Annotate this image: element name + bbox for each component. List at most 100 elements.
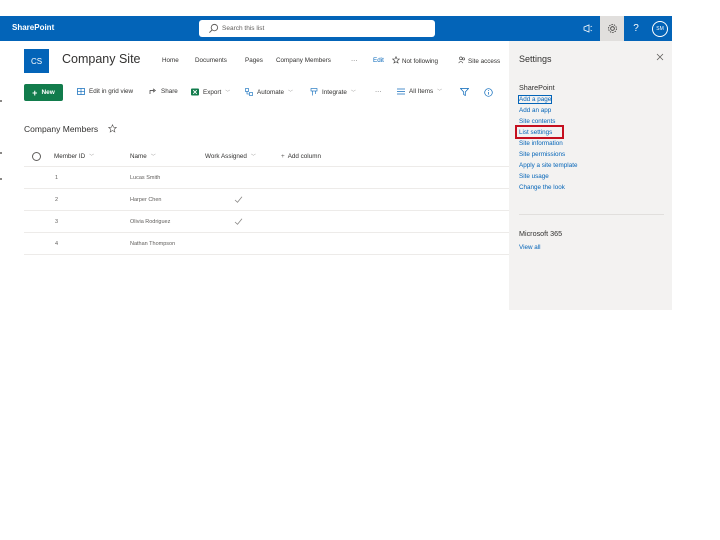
nav-documents[interactable]: Documents (195, 57, 227, 64)
settings-pane-title: Settings (519, 54, 552, 64)
plus-icon: + (281, 153, 285, 160)
more-commands-button[interactable]: ··· (375, 88, 381, 95)
megaphone-button[interactable] (576, 16, 600, 41)
share-button[interactable]: Share (149, 88, 178, 95)
account-button[interactable]: SM (648, 16, 672, 41)
follow-label: Not following (402, 58, 439, 65)
link-site-permissions[interactable]: Site permissions (519, 151, 565, 158)
link-site-information[interactable]: Site information (519, 140, 563, 147)
sharepoint-window: SharePoint ? SM CS Company Site Home Doc… (0, 0, 720, 540)
edit-grid-label: Edit in grid view (89, 88, 134, 95)
checkmark-icon (234, 218, 243, 225)
site-access-label: Site access (468, 58, 501, 65)
chevron-down-icon: ﹀ (89, 154, 95, 160)
nav-pages[interactable]: Pages (245, 57, 263, 64)
column-header-work-assigned[interactable]: Work Assigned ﹀ (205, 153, 256, 160)
avatar-initials: SM (656, 25, 664, 32)
left-nav-marker (0, 152, 2, 154)
filter-icon (460, 88, 469, 96)
chevron-down-icon: ﹀ (350, 89, 356, 96)
export-label: Export (203, 88, 222, 96)
link-site-contents[interactable]: Site contents (519, 118, 555, 125)
avatar: SM (652, 20, 668, 37)
nav-company-members[interactable]: Company Members (276, 57, 331, 64)
favorite-star-icon[interactable] (108, 124, 117, 133)
close-icon[interactable] (655, 52, 665, 62)
link-site-usage[interactable]: Site usage (519, 173, 549, 180)
follow-button[interactable]: Not following (391, 55, 439, 65)
checkmark-icon (234, 196, 243, 203)
share-label: Share (161, 88, 178, 95)
select-all-checkbox[interactable] (32, 152, 41, 161)
star-icon (391, 55, 401, 64)
list-title: Company Members (24, 124, 99, 134)
table-row[interactable]: 1 Lucas Smith (24, 167, 509, 189)
table-row[interactable]: 3 Olivia Rodriguez (24, 211, 509, 233)
add-column-label: Add column (287, 153, 321, 160)
nav-edit-link[interactable]: Edit (373, 57, 384, 64)
link-apply-site-template[interactable]: Apply a site template (519, 162, 577, 169)
new-button[interactable]: + New (24, 84, 63, 101)
cell-member-id: 2 (55, 197, 59, 203)
chevron-down-icon: ﹀ (250, 154, 256, 160)
site-logo-initials: CS (30, 56, 43, 66)
m365-heading: Microsoft 365 (519, 229, 563, 238)
left-nav-marker (0, 178, 2, 180)
help-button[interactable]: ? (624, 16, 648, 41)
cell-member-id: 4 (55, 241, 59, 247)
left-nav-marker (0, 100, 2, 102)
integrate-button[interactable]: Integrate ﹀ (310, 88, 356, 96)
column-header-member-id[interactable]: Member ID ﹀ (54, 153, 94, 160)
info-icon (484, 88, 493, 97)
search-box[interactable] (199, 20, 435, 37)
megaphone-icon (583, 24, 593, 33)
gear-icon (607, 24, 617, 33)
list-view-icon (397, 88, 405, 95)
cell-name: Harper Chen (130, 197, 162, 203)
link-change-the-look[interactable]: Change the look (519, 184, 565, 191)
share-icon (149, 88, 156, 94)
highlight-box (515, 125, 564, 139)
automate-icon (245, 88, 253, 96)
table-row[interactable]: 4 Nathan Thompson (24, 233, 509, 255)
site-title[interactable]: Company Site (62, 52, 141, 66)
link-add-a-page[interactable]: Add a page (517, 95, 553, 104)
chevron-down-icon: ﹀ (225, 89, 231, 96)
cell-name: Nathan Thompson (130, 241, 176, 247)
app-brand[interactable]: SharePoint (12, 23, 54, 32)
chevron-down-icon: ﹀ (437, 89, 443, 95)
export-button[interactable]: Export ﹀ (191, 88, 230, 96)
site-logo[interactable]: CS (24, 49, 49, 73)
help-label: ? (633, 23, 639, 34)
settings-pane: Settings SharePoint Add a page Add an ap… (509, 41, 672, 310)
edit-grid-button[interactable]: Edit in grid view (77, 88, 133, 95)
table-row[interactable]: 2 Harper Chen (24, 189, 509, 211)
settings-button[interactable] (600, 16, 624, 41)
info-button[interactable] (484, 88, 493, 97)
link-view-all[interactable]: View all (519, 244, 541, 251)
site-access-button[interactable]: Site access (458, 56, 500, 65)
cell-member-id: 3 (55, 219, 59, 225)
integrate-icon (310, 88, 318, 96)
column-header-name[interactable]: Name ﹀ (130, 153, 156, 160)
integrate-label: Integrate (322, 88, 347, 96)
nav-more[interactable]: ··· (351, 57, 357, 64)
search-input[interactable] (222, 22, 422, 35)
more-commands-label: ··· (375, 88, 382, 95)
people-icon (458, 56, 465, 64)
nav-home[interactable]: Home (162, 57, 179, 64)
automate-label: Automate (257, 88, 284, 96)
filter-button[interactable] (460, 88, 469, 96)
search-icon (209, 23, 219, 33)
add-column-button[interactable]: + Add column (281, 153, 321, 160)
grid-icon (77, 88, 85, 95)
view-switcher[interactable]: All Items ﹀ (397, 88, 442, 95)
new-label: New (41, 89, 55, 96)
plus-icon: + (32, 87, 38, 98)
cell-name: Olivia Rodriguez (130, 219, 171, 225)
cell-member-id: 1 (55, 175, 59, 181)
sharepoint-heading: SharePoint (519, 83, 555, 92)
automate-button[interactable]: Automate ﹀ (245, 88, 293, 96)
column-header-label: Name (130, 153, 147, 160)
link-add-an-app[interactable]: Add an app (519, 107, 551, 114)
